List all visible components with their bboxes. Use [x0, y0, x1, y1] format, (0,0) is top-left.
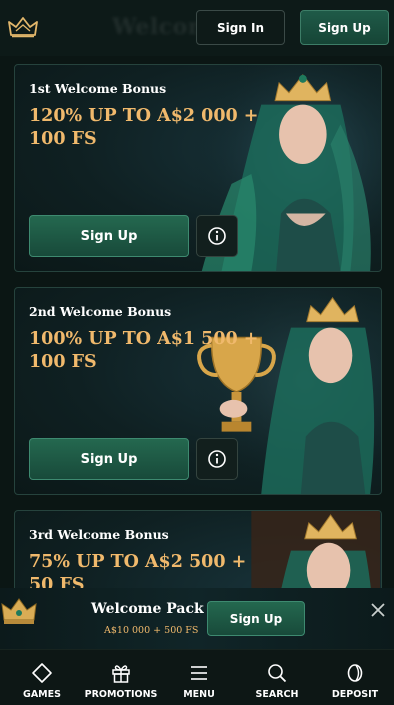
bonus-label: 1st Welcome Bonus: [29, 81, 167, 96]
nav-menu[interactable]: MENU: [170, 650, 228, 705]
bottom-navigation: GAMES PROMOTIONS MENU SEARCH DEPOSIT: [0, 649, 394, 705]
sign-in-button[interactable]: Sign In: [196, 10, 285, 45]
nav-label: GAMES: [23, 689, 61, 700]
welcome-pack-banner: Welcome Pack A$10 000 + 500 FS Sign Up: [0, 588, 394, 649]
nav-label: SEARCH: [255, 689, 299, 700]
bonus-offer: 120% UP TO A$2 000 + 100 FS: [29, 106, 259, 149]
nav-deposit[interactable]: DEPOSIT: [324, 650, 386, 705]
bonus-offer: 100% UP TO A$1 500 + 100 FS: [29, 329, 259, 372]
bonus-card-2: 2nd Welcome Bonus 100% UP TO A$1 500 + 1…: [14, 287, 382, 495]
diamond-icon: [32, 663, 52, 683]
info-icon: [208, 450, 226, 468]
sign-up-button[interactable]: Sign Up: [300, 10, 389, 45]
crown-icon: [1, 598, 37, 624]
bonus-sign-up-button[interactable]: Sign Up: [29, 215, 189, 257]
bonus-label: 2nd Welcome Bonus: [29, 304, 172, 319]
gift-icon: [112, 665, 130, 683]
welcome-pack-sign-up-button[interactable]: Sign Up: [207, 601, 305, 636]
search-icon: [268, 664, 287, 683]
menu-icon: [191, 666, 207, 680]
welcome-pack-title: Welcome Pack: [91, 601, 204, 617]
info-icon: [208, 227, 226, 245]
nav-search[interactable]: SEARCH: [246, 650, 308, 705]
nav-label: MENU: [183, 689, 215, 700]
nav-label: DEPOSIT: [331, 689, 379, 700]
welcome-pack-amount: A$10 000 + 500 FS: [104, 625, 199, 636]
bonus-info-button[interactable]: [196, 215, 238, 257]
crown-logo-icon[interactable]: [8, 16, 38, 38]
bonus-card-1: 1st Welcome Bonus 120% UP TO A$2 000 + 1…: [14, 64, 382, 272]
close-icon[interactable]: [369, 601, 387, 619]
nav-label: PROMOTIONS: [84, 689, 158, 700]
bonus-label: 3rd Welcome Bonus: [29, 527, 169, 542]
top-bar: Welcome Sign In Sign Up: [0, 0, 394, 56]
coin-icon: [347, 664, 363, 682]
bonus-sign-up-button[interactable]: Sign Up: [29, 438, 189, 480]
nav-games[interactable]: GAMES: [10, 650, 74, 705]
bonus-info-button[interactable]: [196, 438, 238, 480]
nav-promotions[interactable]: PROMOTIONS: [82, 650, 160, 705]
